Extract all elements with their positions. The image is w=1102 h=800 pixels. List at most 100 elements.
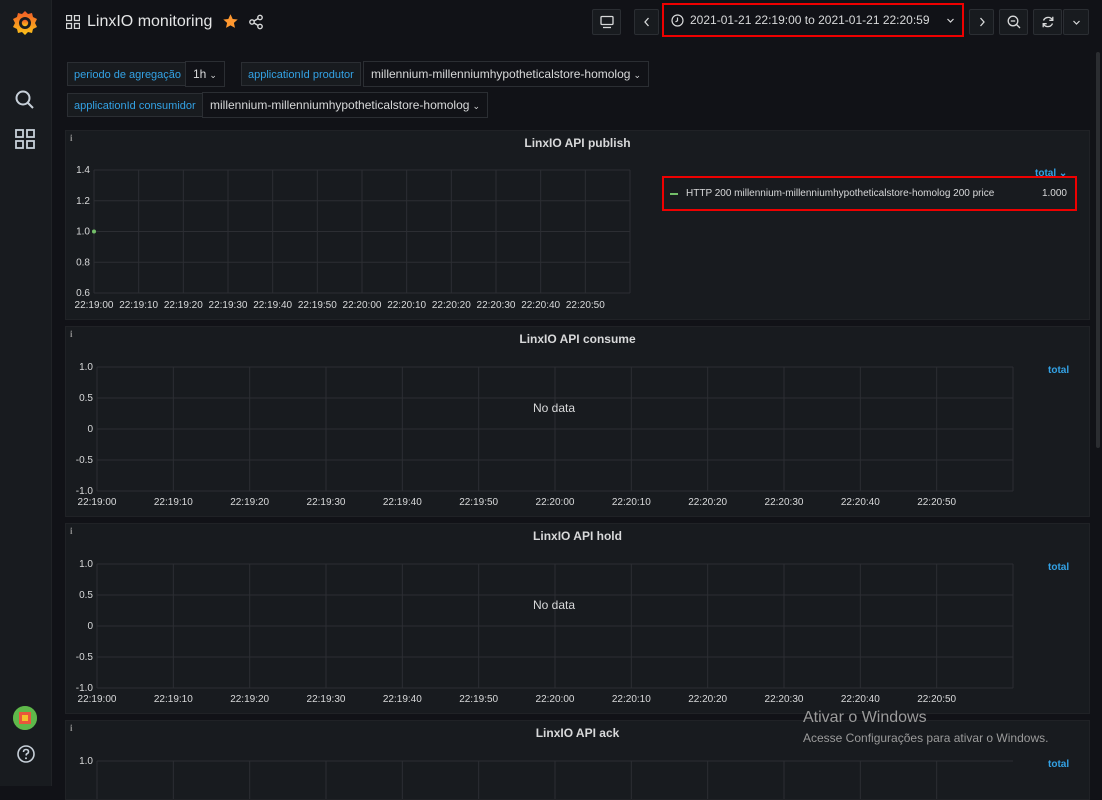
sidebar <box>0 0 52 786</box>
x-tick-label: 22:19:10 <box>154 497 193 508</box>
legend-highlight: HTTP 200 millennium-millenniumhypothetic… <box>662 176 1077 211</box>
x-tick-label: 22:19:50 <box>459 694 498 705</box>
series-data-point <box>92 229 96 234</box>
panel-publish: i LinxIO API publish 1.4 1.2 1.0 0.8 0.6 22:1… <box>65 130 1090 320</box>
grafana-logo-icon[interactable] <box>11 9 39 37</box>
tv-mode-button[interactable] <box>592 9 621 35</box>
search-icon[interactable] <box>14 89 36 111</box>
x-tick-label: 22:20:00 <box>343 300 382 311</box>
x-tick-label: 22:20:40 <box>841 694 880 705</box>
chevron-down-icon: ⌄ <box>472 101 480 111</box>
share-icon[interactable] <box>248 14 264 30</box>
variable-value-periodo: 1h <box>193 67 207 81</box>
x-tick-label: 22:19:00 <box>78 694 117 705</box>
refresh-button[interactable] <box>1033 9 1062 35</box>
legend-total-header[interactable]: total <box>1048 759 1069 770</box>
legend-series-swatch <box>670 192 678 195</box>
panel-consume: i LinxIO API consume 1.0 0.5 0 -0.5 -1.0 22:1… <box>65 326 1090 517</box>
x-tick-label: 22:19:30 <box>209 300 248 311</box>
legend-item[interactable]: HTTP 200 millennium-millenniumhypothetic… <box>670 188 1067 199</box>
y-tick-label: 1.0 <box>79 559 93 570</box>
y-tick-label: 1.0 <box>79 362 93 373</box>
x-tick-label: 22:20:20 <box>688 497 727 508</box>
chevron-down-icon: ⌄ <box>209 70 217 80</box>
x-tick-label: 22:20:30 <box>765 694 804 705</box>
x-tick-label: 22:19:20 <box>164 300 203 311</box>
legend-series-name: HTTP 200 millennium-millenniumhypothetic… <box>686 188 995 199</box>
dashboard-title[interactable]: LinxIO monitoring <box>87 13 212 31</box>
x-tick-label: 22:19:20 <box>230 497 269 508</box>
variable-label-consumidor: applicationId consumidor <box>67 93 203 117</box>
x-tick-label: 22:19:00 <box>78 497 117 508</box>
legend-series-value: 1.000 <box>1041 188 1067 199</box>
top-navbar: LinxIO monitoring 2021-01-21 22:19:00 to… <box>51 0 1102 46</box>
panel-hold: i LinxIO API hold 1.0 0.5 0 -0.5 -1.0 22:19:0… <box>65 523 1090 714</box>
x-tick-label: 22:20:00 <box>536 694 575 705</box>
watermark-title: Ativar o Windows <box>803 709 927 726</box>
x-tick-label: 22:20:50 <box>917 497 956 508</box>
chevron-right-icon <box>980 17 985 27</box>
variable-label-produtor: applicationId produtor <box>241 62 361 86</box>
refresh-interval-dropdown[interactable] <box>1063 9 1089 35</box>
y-tick-label: 0.6 <box>76 288 90 299</box>
y-tick-label: 0 <box>87 424 93 435</box>
star-icon[interactable] <box>222 13 239 30</box>
x-tick-label: 22:20:50 <box>917 694 956 705</box>
graph-consume[interactable]: 1.0 0.5 0 -0.5 -1.022:19:00 22:19:10 22:19:20 2… <box>66 327 1089 516</box>
monitor-icon <box>600 15 614 29</box>
variable-value-consumidor: millennium-millenniumhypotheticalstore-h… <box>210 98 470 112</box>
legend-total-header[interactable]: total <box>1048 365 1069 376</box>
x-tick-label: 22:19:50 <box>298 300 337 311</box>
zoom-out-icon <box>1007 15 1021 29</box>
x-tick-label: 22:20:20 <box>688 694 727 705</box>
variable-select-consumidor[interactable]: millennium-millenniumhypotheticalstore-h… <box>202 92 488 118</box>
x-tick-label: 22:19:30 <box>307 694 346 705</box>
x-tick-label: 22:19:10 <box>154 694 193 705</box>
y-tick-label: 0.5 <box>79 393 93 404</box>
no-data-message: No data <box>533 598 576 612</box>
time-shift-back-button[interactable] <box>634 9 659 35</box>
avatar-icon <box>13 706 37 730</box>
x-tick-label: 22:20:00 <box>536 497 575 508</box>
zoom-out-button[interactable] <box>999 9 1028 35</box>
help-icon[interactable] <box>16 744 36 764</box>
windows-activation-watermark: Ativar o Windows Acesse Configurações pa… <box>803 709 1048 745</box>
variable-select-produtor[interactable]: millennium-millenniumhypotheticalstore-h… <box>363 61 649 87</box>
dashboards-icon[interactable] <box>14 128 36 150</box>
x-tick-label: 22:19:40 <box>383 497 422 508</box>
graph-hold[interactable]: 1.0 0.5 0 -0.5 -1.022:19:00 22:19:10 22:19:20 2… <box>66 524 1089 713</box>
x-tick-label: 22:19:40 <box>383 694 422 705</box>
page-scrollbar[interactable] <box>1096 52 1100 448</box>
y-tick-label: -1.0 <box>76 683 94 694</box>
time-range-text: 2021-01-21 22:19:00 to 2021-01-21 22:20:… <box>690 13 930 27</box>
x-tick-label: 22:19:20 <box>230 694 269 705</box>
y-tick-label: 1.0 <box>79 756 93 767</box>
x-tick-label: 22:20:40 <box>521 300 560 311</box>
x-tick-label: 22:20:50 <box>566 300 605 311</box>
legend-total-header[interactable]: total <box>1048 562 1069 573</box>
time-shift-forward-button[interactable] <box>969 9 994 35</box>
no-data-message: No data <box>533 401 576 415</box>
user-avatar[interactable] <box>13 706 37 730</box>
time-range-picker[interactable]: 2021-01-21 22:19:00 to 2021-01-21 22:20:… <box>662 3 964 37</box>
x-tick-label: 22:20:10 <box>387 300 426 311</box>
clock-icon <box>671 13 684 27</box>
x-tick-label: 22:20:40 <box>841 497 880 508</box>
variable-value-produtor: millennium-millenniumhypotheticalstore-h… <box>371 67 631 81</box>
graph-publish[interactable]: 1.4 1.2 1.0 0.8 0.622:19:00 22:19:10 22:19:20 2… <box>66 131 1089 319</box>
x-tick-label: 22:20:10 <box>612 694 651 705</box>
x-tick-label: 22:20:30 <box>477 300 516 311</box>
y-tick-label: 1.2 <box>76 196 90 207</box>
refresh-icon <box>1042 16 1054 28</box>
x-tick-label: 22:20:10 <box>612 497 651 508</box>
y-tick-label: -0.5 <box>76 652 94 663</box>
y-tick-label: 0.8 <box>76 257 90 268</box>
chevron-down-icon <box>1073 20 1080 25</box>
x-tick-label: 22:19:40 <box>253 300 292 311</box>
y-tick-label: 0 <box>87 621 93 632</box>
variable-select-periodo[interactable]: 1h ⌄ <box>185 61 225 87</box>
variable-label-periodo: periodo de agregação <box>67 62 189 86</box>
x-tick-label: 22:19:10 <box>119 300 158 311</box>
y-tick-label: 1.4 <box>76 165 90 176</box>
x-tick-label: 22:19:00 <box>75 300 114 311</box>
